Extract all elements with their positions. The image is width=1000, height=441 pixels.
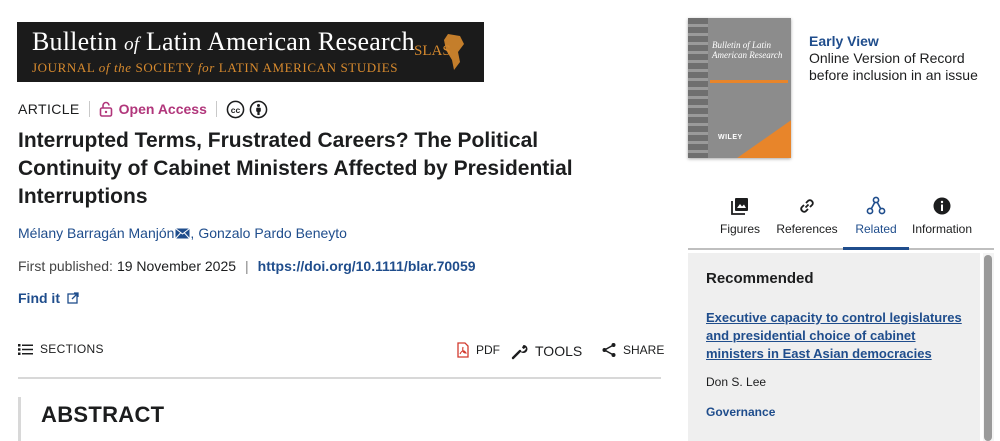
email-icon[interactable] (175, 227, 191, 239)
author-link[interactable]: Mélany Barragán Manjón (18, 225, 174, 241)
creative-commons-icon: cc (226, 100, 245, 118)
external-link-icon (67, 292, 79, 304)
cover-publisher: WILEY (718, 134, 743, 141)
recommended-article-author: Don S. Lee (706, 375, 767, 389)
scrollbar-thumb[interactable] (984, 255, 992, 441)
find-it-link[interactable]: Find it (18, 290, 79, 306)
recommended-article-link[interactable]: Executive capacity to control legislatur… (706, 309, 971, 363)
attribution-icon (249, 100, 268, 118)
divider (88, 101, 90, 117)
find-it-label: Find it (18, 290, 60, 306)
first-published-label: First published: (18, 258, 113, 274)
banner-subtitle: JOURNAL of the SOCIETY for LATIN AMERICA… (32, 60, 399, 75)
early-view-info: Early View Online Version of Record befo… (809, 32, 989, 84)
share-button[interactable]: SHARE (601, 342, 664, 358)
tab-related[interactable]: Related (843, 196, 909, 250)
tab-label: Related (855, 222, 897, 236)
banner-title: Bulletin of Latin American Research (32, 27, 415, 56)
article-toolbar: SECTIONS PDF TOOLS SHARE (18, 342, 664, 362)
image-icon (731, 198, 748, 215)
sections-button[interactable]: SECTIONS (18, 342, 104, 356)
svg-text:cc: cc (231, 104, 241, 114)
article-title: Interrupted Terms, Frustrated Careers? T… (18, 129, 573, 208)
sections-label: SECTIONS (40, 342, 104, 356)
toolbar-divider (18, 377, 661, 379)
link-icon (800, 199, 814, 213)
pdf-label: PDF (476, 343, 500, 357)
author-link[interactable]: Gonzalo Pardo Beneyto (198, 225, 347, 241)
divider: | (245, 258, 249, 274)
article-type: ARTICLE (18, 101, 80, 117)
divider (215, 101, 217, 117)
open-lock-icon (99, 101, 112, 117)
share-label: SHARE (623, 343, 665, 357)
journal-banner[interactable]: Bulletin of Latin American Research JOUR… (17, 22, 484, 82)
wrench-icon (511, 345, 528, 360)
share-icon (602, 343, 616, 357)
tab-references[interactable]: References (774, 196, 840, 250)
recommended-scrollbar[interactable] (983, 253, 994, 441)
tools-label: TOOLS (535, 343, 583, 359)
open-access-label[interactable]: Open Access (119, 101, 207, 117)
journal-cover[interactable]: Bulletin of Latin American Research WILE… (688, 18, 791, 158)
cover-title: Bulletin of Latin American Research (712, 40, 783, 60)
abstract-heading: ABSTRACT (41, 402, 165, 427)
article-meta-row: ARTICLE Open Access cc (18, 98, 268, 120)
sidebar-tabs: Figures References Related Information (688, 196, 994, 250)
tab-label: Information (911, 222, 973, 236)
tab-information[interactable]: Information (910, 196, 974, 250)
abstract-section: ABSTRACT (18, 397, 661, 441)
cover-pattern (688, 18, 708, 158)
list-icon (18, 343, 33, 355)
tab-label: Figures (719, 222, 760, 236)
recommended-article-journal[interactable]: Governance (706, 405, 775, 419)
publication-info: First published: 19 November 2025 | http… (18, 258, 476, 274)
network-icon (866, 196, 886, 215)
author-list: Mélany Barragán Manjón , Gonzalo Pardo B… (18, 225, 347, 241)
recommended-panel: Recommended Executive capacity to contro… (688, 253, 980, 441)
tab-figures[interactable]: Figures (716, 196, 764, 250)
slas-logo: SLAS (412, 32, 470, 72)
license-icons[interactable]: cc (226, 100, 268, 119)
tools-button[interactable]: TOOLS (511, 342, 582, 360)
recommended-heading: Recommended (706, 270, 814, 287)
cover-stripe (710, 80, 788, 83)
info-icon (933, 197, 951, 215)
pdf-icon (457, 342, 469, 358)
pdf-button[interactable]: PDF (456, 342, 500, 358)
tab-label: References (776, 222, 838, 236)
first-published-date: 19 November 2025 (116, 258, 237, 274)
early-view-description: Online Version of Record before inclusio… (809, 50, 978, 83)
early-view-link[interactable]: Early View (809, 32, 989, 50)
doi-link[interactable]: https://doi.org/10.1111/blar.70059 (258, 258, 476, 274)
